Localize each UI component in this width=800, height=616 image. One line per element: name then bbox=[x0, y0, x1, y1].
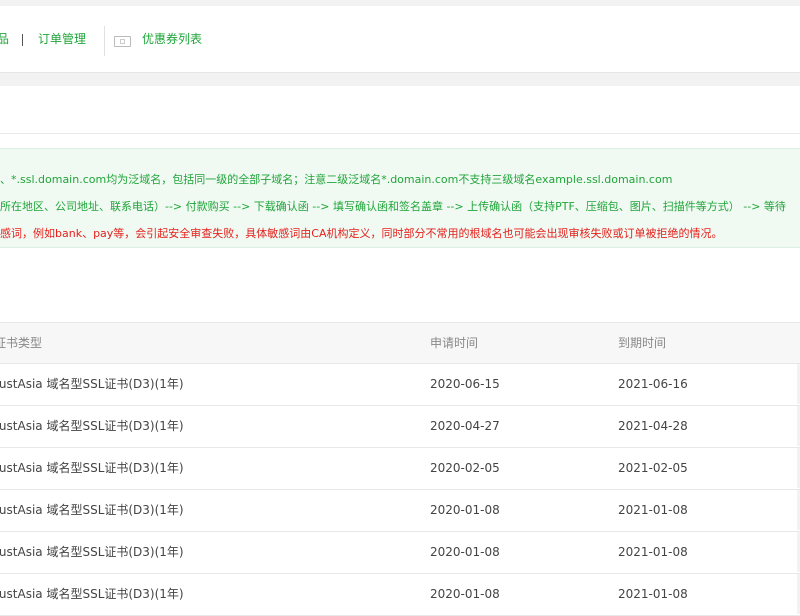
coupon-icon bbox=[114, 36, 131, 47]
main-content: 、*.ssl.domain.com均为泛域名，包括同一级的全部子域名；注意二级泛… bbox=[0, 86, 800, 616]
table-row[interactable]: rustAsia 域名型SSL证书(D3)(1年) 2020-01-08 202… bbox=[0, 490, 800, 532]
notice-line-process: 所在地区、公司地址、联系电话）--> 付款购买 --> 下载确认函 --> 填写… bbox=[0, 200, 786, 213]
cell-cert-type: rustAsia 域名型SSL证书(D3)(1年) bbox=[0, 377, 184, 391]
nav-item-coupons[interactable]: 优惠券列表 bbox=[142, 6, 202, 72]
cell-apply-time: 2020-01-08 bbox=[430, 503, 500, 517]
cell-apply-time: 2020-06-15 bbox=[430, 377, 500, 391]
table-row[interactable]: rustAsia 域名型SSL证书(D3)(1年) 2020-04-27 202… bbox=[0, 406, 800, 448]
table-row[interactable]: rustAsia 域名型SSL证书(D3)(1年) 2020-01-08 202… bbox=[0, 532, 800, 574]
table-row[interactable]: rustAsia 域名型SSL证书(D3)(1年) 2020-01-08 202… bbox=[0, 574, 800, 616]
cell-apply-time: 2020-01-08 bbox=[430, 587, 500, 601]
cell-expire-time: 2021-04-28 bbox=[618, 419, 688, 433]
notice-panel: 、*.ssl.domain.com均为泛域名，包括同一级的全部子域名；注意二级泛… bbox=[0, 148, 800, 248]
cell-cert-type: rustAsia 域名型SSL证书(D3)(1年) bbox=[0, 545, 184, 559]
nav-separator bbox=[22, 34, 23, 46]
cell-expire-time: 2021-01-08 bbox=[618, 503, 688, 517]
nav-divider bbox=[104, 26, 105, 56]
top-nav-bar: 品 订单管理 优惠券列表 bbox=[0, 6, 800, 73]
nav-item-products[interactable]: 品 bbox=[0, 6, 9, 72]
cell-expire-time: 2021-01-08 bbox=[618, 545, 688, 559]
cell-expire-time: 2021-01-08 bbox=[618, 587, 688, 601]
header-cert-type: 证书类型 bbox=[0, 336, 43, 350]
cell-expire-time: 2021-02-05 bbox=[618, 461, 688, 475]
certificate-table: 证书类型 申请时间 到期时间 rustAsia 域名型SSL证书(D3)(1年)… bbox=[0, 322, 800, 616]
cell-apply-time: 2020-02-05 bbox=[430, 461, 500, 475]
cell-cert-type: rustAsia 域名型SSL证书(D3)(1年) bbox=[0, 419, 184, 433]
notice-line-warning: 感词，例如bank、pay等，会引起安全审查失败，具体敏感词由CA机构定义，同时… bbox=[0, 227, 723, 240]
header-expire-time: 到期时间 bbox=[618, 336, 667, 350]
cell-apply-time: 2020-04-27 bbox=[430, 419, 500, 433]
table-row[interactable]: rustAsia 域名型SSL证书(D3)(1年) 2020-06-15 202… bbox=[0, 364, 800, 406]
section-divider bbox=[0, 133, 800, 134]
table-row[interactable]: rustAsia 域名型SSL证书(D3)(1年) 2020-02-05 202… bbox=[0, 448, 800, 490]
cell-expire-time: 2021-06-16 bbox=[618, 377, 688, 391]
header-apply-time: 申请时间 bbox=[430, 336, 479, 350]
cell-cert-type: rustAsia 域名型SSL证书(D3)(1年) bbox=[0, 587, 184, 601]
cell-cert-type: rustAsia 域名型SSL证书(D3)(1年) bbox=[0, 503, 184, 517]
cell-cert-type: rustAsia 域名型SSL证书(D3)(1年) bbox=[0, 461, 184, 475]
notice-line-wildcard: 、*.ssl.domain.com均为泛域名，包括同一级的全部子域名；注意二级泛… bbox=[0, 173, 673, 186]
table-header: 证书类型 申请时间 到期时间 bbox=[0, 322, 800, 364]
cell-apply-time: 2020-01-08 bbox=[430, 545, 500, 559]
nav-item-orders[interactable]: 订单管理 bbox=[38, 6, 86, 72]
